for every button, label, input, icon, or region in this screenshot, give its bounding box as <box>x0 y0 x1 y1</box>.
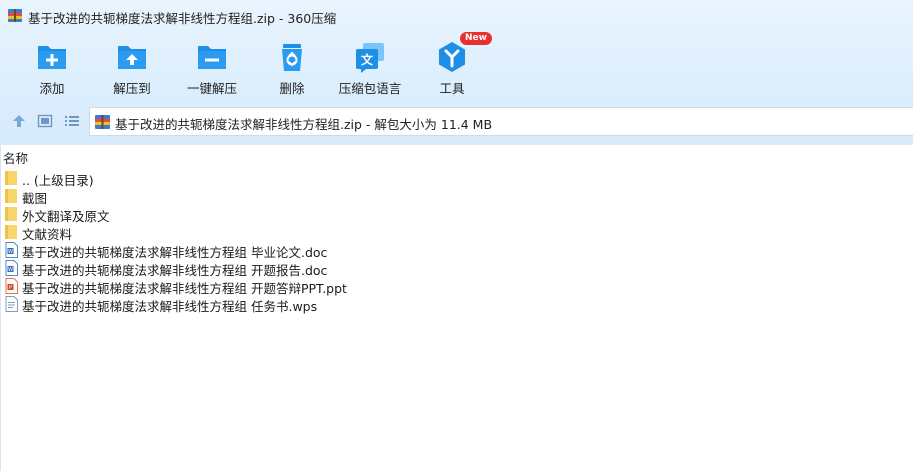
extract-to-label: 解压到 <box>113 81 151 96</box>
archive-language-label: 压缩包语言 <box>338 81 402 96</box>
list-item[interactable]: P 基于改进的共轭梯度法求解非线性方程组 开题答辩PPT.ppt <box>1 277 913 296</box>
folder-icon <box>5 225 17 239</box>
wps-document-icon <box>5 296 18 312</box>
extract-to-icon <box>118 46 146 69</box>
list-view-icon[interactable] <box>64 113 80 129</box>
up-arrow-icon[interactable] <box>11 113 27 129</box>
folder-icon <box>5 171 17 185</box>
file-name: 基于改进的共轭梯度法求解非线性方程组 任务书.wps <box>22 299 318 314</box>
powerpoint-icon: P <box>5 278 18 294</box>
list-item[interactable]: 基于改进的共轭梯度法求解非线性方程组 任务书.wps <box>1 295 913 314</box>
tools-button[interactable]: New 工具 <box>410 32 494 98</box>
delete-button[interactable]: 删除 <box>250 36 334 98</box>
list-item[interactable]: 文献资料 <box>1 223 913 242</box>
one-click-extract-button[interactable]: 一键解压 <box>170 36 254 98</box>
svg-text:P: P <box>9 285 12 291</box>
app-zip-icon <box>8 9 22 22</box>
thumbnail-view-icon[interactable] <box>37 113 53 129</box>
list-item[interactable]: 截图 <box>1 187 913 206</box>
one-click-extract-label: 一键解压 <box>186 81 237 96</box>
file-list: 名称 .. (上级目录) 截图 外文翻译及原文 文献资料 W 基于改进的共轭梯度… <box>0 145 913 471</box>
list-item[interactable]: 外文翻译及原文 <box>1 205 913 224</box>
address-bar[interactable]: 基于改进的共轭梯度法求解非线性方程组.zip - 解包大小为 11.4 MB <box>89 107 913 136</box>
tools-label: 工具 <box>439 81 465 96</box>
add-folder-icon <box>38 46 66 69</box>
title-bar: 基于改进的共轭梯度法求解非线性方程组.zip - 360压缩 <box>0 0 913 30</box>
column-header-name[interactable]: 名称 <box>1 148 913 167</box>
add-label: 添加 <box>39 81 65 96</box>
tools-icon <box>439 42 465 72</box>
word-doc-icon: W <box>5 242 18 258</box>
list-item[interactable]: W 基于改进的共轭梯度法求解非线性方程组 毕业论文.doc <box>1 241 913 260</box>
list-item[interactable]: W 基于改进的共轭梯度法求解非线性方程组 开题报告.doc <box>1 259 913 278</box>
svg-text:W: W <box>8 249 13 255</box>
zip-archive-icon <box>95 115 110 129</box>
svg-text:文: 文 <box>361 52 374 67</box>
recycle-bin-icon <box>282 44 302 71</box>
folder-icon <box>5 189 17 203</box>
address-row: 基于改进的共轭梯度法求解非线性方程组.zip - 解包大小为 11.4 MB <box>0 105 913 137</box>
extract-to-button[interactable]: 解压到 <box>90 36 174 98</box>
address-path: 基于改进的共轭梯度法求解非线性方程组.zip - 解包大小为 11.4 MB <box>115 117 493 132</box>
folder-icon <box>5 207 17 221</box>
file-rows: .. (上级目录) 截图 外文翻译及原文 文献资料 W 基于改进的共轭梯度法求解… <box>1 169 913 314</box>
list-item[interactable]: .. (上级目录) <box>1 169 913 188</box>
svg-text:W: W <box>8 267 13 273</box>
new-badge: New <box>460 32 492 45</box>
window-title: 基于改进的共轭梯度法求解非线性方程组.zip - 360压缩 <box>28 11 337 26</box>
word-doc-icon: W <box>5 260 18 276</box>
add-button[interactable]: 添加 <box>10 36 94 98</box>
language-icon: 文 <box>356 43 384 73</box>
toolbar: 添加 解压到 一键解压 删除 文 压缩包语言 New 工具 <box>0 32 913 98</box>
delete-label: 删除 <box>279 81 305 96</box>
top-chrome: 基于改进的共轭梯度法求解非线性方程组.zip - 360压缩 添加 解压到 一键… <box>0 0 913 145</box>
archive-language-button[interactable]: 文 压缩包语言 <box>328 36 412 98</box>
one-click-extract-icon <box>198 46 226 69</box>
